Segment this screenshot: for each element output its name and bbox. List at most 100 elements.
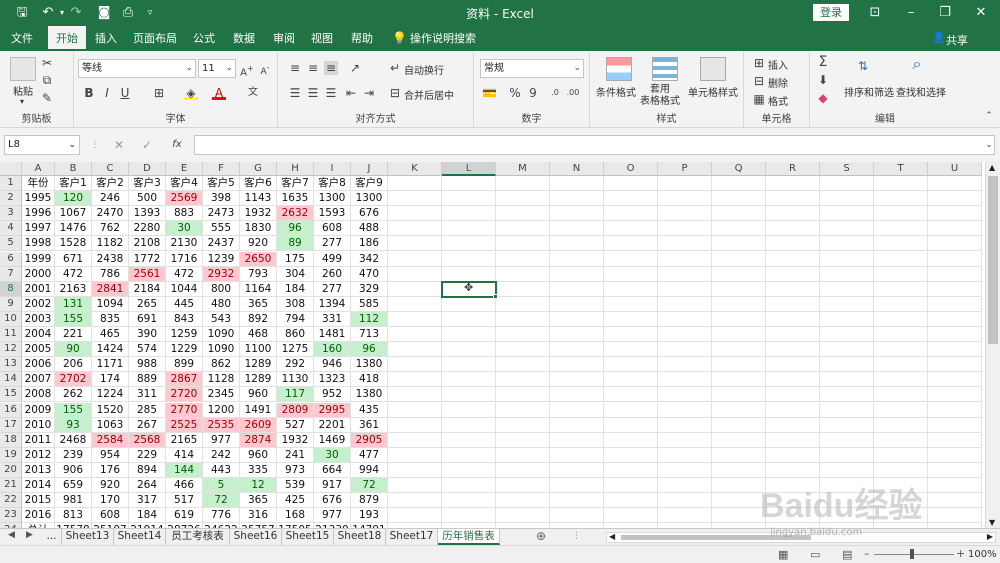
cell-e20[interactable]: 144 <box>166 462 203 478</box>
cell-m18[interactable] <box>496 432 550 448</box>
cell-r10[interactable] <box>766 311 820 327</box>
cell-h12[interactable]: 1275 <box>277 342 314 358</box>
cell-o22[interactable] <box>604 493 658 509</box>
cell-s1[interactable] <box>820 176 874 192</box>
row-header-11[interactable]: 11 <box>0 327 22 343</box>
cell-q3[interactable] <box>712 206 766 222</box>
cell-i8[interactable]: 277 <box>314 281 351 297</box>
column-header-q[interactable]: Q <box>712 162 766 176</box>
cell-g7[interactable]: 793 <box>240 266 277 282</box>
paste-button[interactable]: 粘贴 <box>13 83 33 98</box>
column-header-b[interactable]: B <box>55 162 92 176</box>
cell-p23[interactable] <box>658 508 712 524</box>
cell-t15[interactable] <box>874 387 928 403</box>
cell-o11[interactable] <box>604 327 658 343</box>
cell-q19[interactable] <box>712 447 766 463</box>
paste-dropdown-icon[interactable]: ▾ <box>20 97 24 106</box>
italic-icon[interactable]: I <box>100 86 114 100</box>
enter-icon[interactable]: ✓ <box>140 138 154 152</box>
cell-c9[interactable]: 1094 <box>92 296 129 312</box>
cell-i15[interactable]: 952 <box>314 387 351 403</box>
cell-k4[interactable] <box>388 221 442 237</box>
cell-d18[interactable]: 2568 <box>129 432 166 448</box>
cell-u8[interactable] <box>928 281 982 297</box>
cell-e7[interactable]: 472 <box>166 266 203 282</box>
cell-i18[interactable]: 1469 <box>314 432 351 448</box>
cell-c14[interactable]: 174 <box>92 372 129 388</box>
currency-icon[interactable]: 💳 <box>482 86 497 100</box>
cell-u9[interactable] <box>928 296 982 312</box>
tab-view[interactable]: 视图 <box>306 26 338 51</box>
print-icon[interactable]: ⎙ <box>118 4 138 22</box>
cell-e14[interactable]: 2867 <box>166 372 203 388</box>
cell-e17[interactable]: 2525 <box>166 417 203 433</box>
cell-p5[interactable] <box>658 236 712 252</box>
cell-q21[interactable] <box>712 478 766 494</box>
cell-t18[interactable] <box>874 432 928 448</box>
cell-o23[interactable] <box>604 508 658 524</box>
cell-o9[interactable] <box>604 296 658 312</box>
cell-c3[interactable]: 2470 <box>92 206 129 222</box>
cell-k8[interactable] <box>388 281 442 297</box>
cell-j5[interactable]: 186 <box>351 236 388 252</box>
cell-g4[interactable]: 1830 <box>240 221 277 237</box>
cell-m10[interactable] <box>496 311 550 327</box>
cell-d12[interactable]: 574 <box>129 342 166 358</box>
cell-c12[interactable]: 1424 <box>92 342 129 358</box>
cell-d9[interactable]: 265 <box>129 296 166 312</box>
cell-q12[interactable] <box>712 342 766 358</box>
cell-b2[interactable]: 120 <box>55 191 92 207</box>
cell-d8[interactable]: 2184 <box>129 281 166 297</box>
cell-a20[interactable]: 2013 <box>22 462 55 478</box>
cell-j22[interactable]: 879 <box>351 493 388 509</box>
cell-k14[interactable] <box>388 372 442 388</box>
row-header-18[interactable]: 18 <box>0 432 22 448</box>
cell-k18[interactable] <box>388 432 442 448</box>
tab-help[interactable]: 帮助 <box>346 26 378 51</box>
column-header-c[interactable]: C <box>92 162 129 176</box>
cell-p7[interactable] <box>658 266 712 282</box>
cell-e13[interactable]: 899 <box>166 357 203 373</box>
cell-l20[interactable] <box>442 462 496 478</box>
cell-i9[interactable]: 1394 <box>314 296 351 312</box>
cell-e1[interactable]: 客户4 <box>166 176 203 192</box>
cell-styles-button[interactable]: 单元格样式 <box>688 84 738 99</box>
cell-k19[interactable] <box>388 447 442 463</box>
cell-u21[interactable] <box>928 478 982 494</box>
delete-cells-icon[interactable]: ⊟ <box>752 74 766 88</box>
cell-m20[interactable] <box>496 462 550 478</box>
cell-g6[interactable]: 2650 <box>240 251 277 267</box>
column-header-s[interactable]: S <box>820 162 874 176</box>
fill-color-icon[interactable]: ◈ <box>184 86 198 100</box>
cell-b22[interactable]: 981 <box>55 493 92 509</box>
cell-t23[interactable] <box>874 508 928 524</box>
cell-h1[interactable]: 客户7 <box>277 176 314 192</box>
cell-p8[interactable] <box>658 281 712 297</box>
column-header-i[interactable]: I <box>314 162 351 176</box>
cell-u11[interactable] <box>928 327 982 343</box>
scroll-right-icon[interactable]: ▶ <box>987 532 993 541</box>
cell-i12[interactable]: 160 <box>314 342 351 358</box>
cell-i16[interactable]: 2995 <box>314 402 351 418</box>
cell-k11[interactable] <box>388 327 442 343</box>
increase-decimal-icon[interactable]: .0 <box>548 86 562 100</box>
cell-b13[interactable]: 206 <box>55 357 92 373</box>
restore-icon[interactable]: ❐ <box>930 3 960 23</box>
cell-k2[interactable] <box>388 191 442 207</box>
cell-e9[interactable]: 445 <box>166 296 203 312</box>
cell-f12[interactable]: 1090 <box>203 342 240 358</box>
cell-f2[interactable]: 398 <box>203 191 240 207</box>
cell-s2[interactable] <box>820 191 874 207</box>
cell-o19[interactable] <box>604 447 658 463</box>
cell-t20[interactable] <box>874 462 928 478</box>
cell-n17[interactable] <box>550 417 604 433</box>
cell-u7[interactable] <box>928 266 982 282</box>
cell-m12[interactable] <box>496 342 550 358</box>
cell-n13[interactable] <box>550 357 604 373</box>
cell-c15[interactable]: 1224 <box>92 387 129 403</box>
merge-icon[interactable]: ⊟ <box>388 86 402 100</box>
cell-d20[interactable]: 894 <box>129 462 166 478</box>
cell-h15[interactable]: 117 <box>277 387 314 403</box>
cell-i1[interactable]: 客户8 <box>314 176 351 192</box>
cell-d5[interactable]: 2108 <box>129 236 166 252</box>
